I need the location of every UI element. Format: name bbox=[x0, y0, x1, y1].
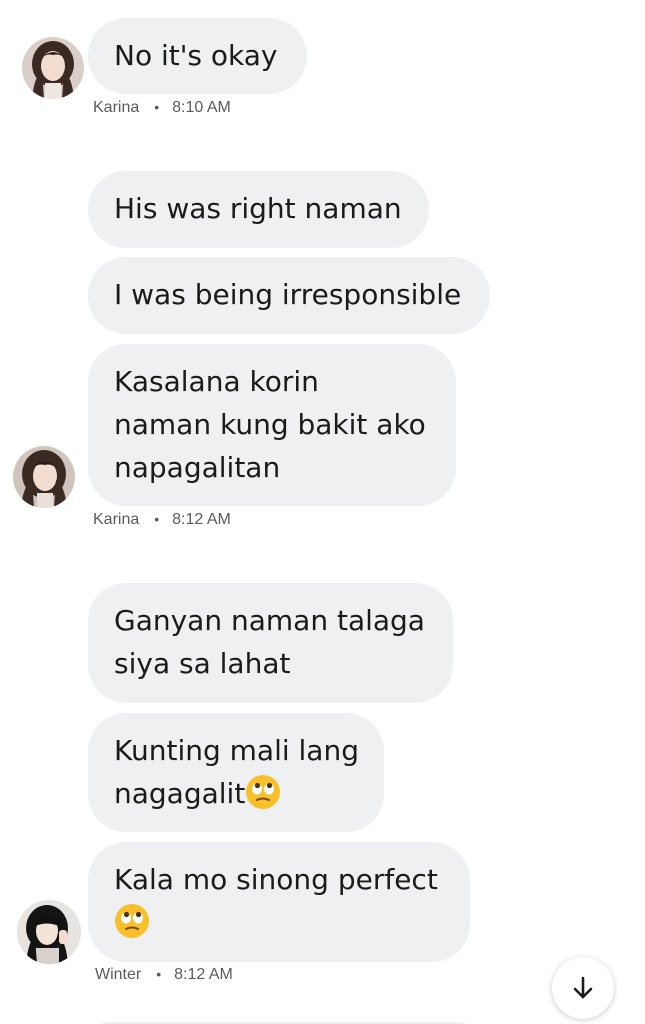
karina-avatar-image bbox=[22, 37, 84, 99]
message-meta: Karina • 8:10 AM bbox=[93, 99, 231, 117]
message-text: I was being irresponsible bbox=[114, 278, 462, 311]
message-text-line: nagagalit bbox=[114, 772, 358, 815]
winter-avatar-image bbox=[17, 900, 81, 964]
next-message-preview bbox=[88, 1018, 478, 1024]
message-time: 8:12 AM bbox=[174, 966, 233, 983]
message-bubble[interactable]: Ganyan naman talaga siya sa lahat bbox=[88, 583, 453, 703]
message-text-line: Ganyan naman talaga bbox=[114, 604, 425, 637]
face-with-rolling-eyes-icon bbox=[246, 775, 281, 809]
message-bubble[interactable]: Kasalana korin naman kung bakit ako napa… bbox=[88, 344, 456, 506]
message-text-line: siya sa lahat bbox=[114, 647, 291, 680]
message-bubble[interactable]: No it's okay bbox=[88, 18, 307, 94]
message-text-line: Kunting mali lang bbox=[114, 734, 359, 767]
message-meta: Karina • 8:12 AM bbox=[93, 511, 231, 529]
message-text-line bbox=[114, 901, 444, 944]
message-bubble[interactable]: His was right naman bbox=[88, 171, 429, 248]
message-text-line: naman kung bakit ako bbox=[114, 408, 426, 441]
scroll-to-bottom-button[interactable] bbox=[552, 957, 614, 1019]
meta-separator: • bbox=[156, 966, 162, 982]
message-bubble[interactable]: I was being irresponsible bbox=[88, 257, 490, 334]
meta-separator: • bbox=[154, 511, 160, 527]
arrow-down-icon bbox=[573, 976, 593, 999]
message-time: 8:10 AM bbox=[172, 99, 231, 116]
message-text-line: napagalitan bbox=[114, 451, 281, 484]
avatar-karina[interactable] bbox=[13, 446, 75, 508]
message-text-line: Kala mo sinong perfect bbox=[114, 863, 438, 896]
sender-name: Karina bbox=[93, 511, 140, 528]
message-bubble[interactable]: Kala mo sinong perfect bbox=[88, 842, 470, 962]
message-time: 8:12 AM bbox=[172, 511, 231, 528]
message-bubble[interactable]: Kunting mali lang nagagalit bbox=[88, 713, 384, 832]
message-text: nagagalit bbox=[114, 777, 246, 810]
sender-name: Karina bbox=[93, 99, 140, 116]
sender-name: Winter bbox=[95, 966, 142, 983]
avatar-karina[interactable] bbox=[22, 37, 84, 99]
message-text-line: Kasalana korin bbox=[114, 365, 319, 398]
avatar-winter[interactable] bbox=[17, 900, 81, 964]
message-meta: Winter • 8:12 AM bbox=[95, 966, 233, 984]
message-text: His was right naman bbox=[114, 192, 402, 225]
face-with-rolling-eyes-icon bbox=[115, 904, 149, 938]
meta-separator: • bbox=[154, 99, 160, 115]
message-text: No it's okay bbox=[114, 39, 278, 72]
karina-avatar-image bbox=[13, 446, 75, 508]
